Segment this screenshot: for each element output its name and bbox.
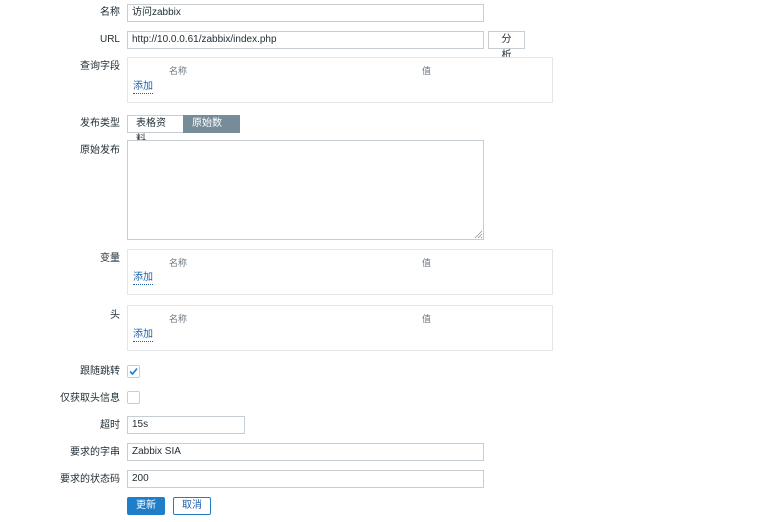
query-col-value: 值 [422,66,432,76]
query-col-name: 名称 [169,66,188,76]
post-type-form-data[interactable]: 表格资料 [127,115,184,145]
headers-col-name: 名称 [169,314,188,324]
timeout-label: 超时 [100,420,120,431]
raw-post-label: 原始发布 [80,145,120,156]
variables-panel: 名称 值 添加 [127,249,553,295]
query-add-link[interactable]: 添加 [133,81,153,94]
variables-add-link[interactable]: 添加 [133,272,153,285]
headers-label: 头 [110,310,120,321]
query-fields-panel: 名称 值 添加 [127,57,553,103]
follow-redirects-label: 跟随跳转 [80,366,120,377]
retrieve-headers-only-checkbox[interactable] [127,391,140,404]
url-label: URL [99,34,120,45]
required-status-codes-label: 要求的状态码 [60,474,120,485]
required-status-codes-input[interactable]: 200 [127,470,484,488]
retrieve-headers-only-label: 仅获取头信息 [60,393,120,404]
post-type-raw-data[interactable]: 原始数据 [183,115,240,145]
post-type-label: 发布类型 [80,118,120,129]
url-input[interactable]: http://10.0.0.61/zabbix/index.php [127,31,484,49]
query-fields-label: 查询字段 [80,61,120,72]
headers-panel: 名称 值 添加 [127,305,553,351]
timeout-input[interactable]: 15s [127,416,245,434]
headers-add-link[interactable]: 添加 [133,329,153,342]
headers-col-value: 值 [422,314,432,324]
variables-col-name: 名称 [169,258,188,268]
variables-label: 变量 [100,253,120,264]
name-label: 名称 [100,7,120,18]
resize-grip-icon[interactable] [473,229,483,239]
variables-col-value: 值 [422,258,432,268]
cancel-button[interactable]: 取消 [173,497,211,515]
name-input[interactable]: 访问zabbix [127,4,484,22]
follow-redirects-checkbox[interactable] [127,365,140,378]
check-icon [129,367,138,376]
update-button[interactable]: 更新 [127,497,165,515]
required-string-input[interactable]: Zabbix SIA [127,443,484,461]
parse-button[interactable]: 分析 [488,31,525,61]
required-string-label: 要求的字串 [70,447,120,458]
raw-post-textarea[interactable] [127,140,484,240]
